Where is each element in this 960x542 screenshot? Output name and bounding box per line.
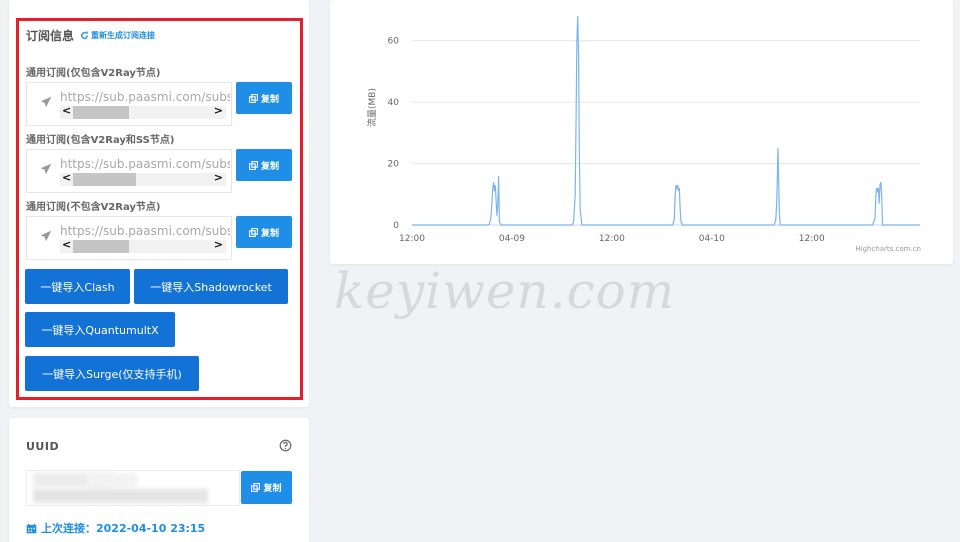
sub-group-label: 通用订阅(仅包含V2Ray节点) [26,68,161,79]
copy-button[interactable]: 复制 [236,82,292,114]
x-tick-label: 04-10 [699,234,725,244]
watermark: keyiwen.com [334,262,676,320]
uuid-redacted [33,489,208,503]
subscription-title: 订阅信息 [26,29,75,43]
send-icon [40,163,52,175]
copy-label: 复制 [260,161,279,172]
uuid-copy-button[interactable]: 复制 [241,471,292,504]
copy-icon [251,483,261,492]
send-icon [40,230,52,242]
copy-label: 复制 [263,484,282,494]
sub-url-field[interactable]: https://sub.paasmi.com/subs < > [26,82,232,126]
import-shadowrocket-button[interactable]: 一键导入Shadowrocket [134,269,288,304]
sub-group-label: 通用订阅(包含V2Ray和SS节点) [26,135,175,146]
scroll-right-icon[interactable]: > [214,171,223,184]
subscription-header: 订阅信息 重新生成订阅连接 [26,27,155,44]
uuid-title: UUID [26,440,60,453]
traffic-chart-card: 0 20 40 60 12:00 04-09 12:00 04-10 12:00 流量(MB) H… [330,0,953,264]
sub-group-label: 通用订阅(不包含V2Ray节点) [26,202,161,213]
series-line [412,16,920,226]
import-surge-button[interactable]: 一键导入Surge(仅支持手机) [25,356,199,391]
scroll-left-icon[interactable]: < [62,104,71,117]
calendar-icon [26,523,37,533]
copy-button[interactable]: 复制 [236,149,292,181]
copy-icon [248,227,258,237]
last-connection-text: 上次连接：2022-04-10 23:15 [41,522,206,535]
sub-url-text: https://sub.paasmi.com/subs [60,157,230,171]
x-tick-label: 12:00 [399,234,425,244]
scroll-right-icon[interactable]: > [214,104,223,117]
scroll-thumb[interactable] [73,173,136,186]
scroll-left-icon[interactable]: < [62,238,71,251]
sub-url-field[interactable]: https://sub.paasmi.com/subs < > [26,149,232,193]
scroll-right-icon[interactable]: > [214,238,223,251]
scroll-left-icon[interactable]: < [62,171,71,184]
uuid-field[interactable] [26,470,240,506]
copy-label: 复制 [260,228,279,239]
scroll-thumb[interactable] [73,106,129,119]
horizontal-scrollbar[interactable]: < > [60,171,226,186]
import-clash-button[interactable]: 一键导入Clash [25,269,130,304]
refresh-icon [81,31,89,39]
import-quantumultx-button[interactable]: 一键导入QuantumultX [25,312,175,347]
horizontal-scrollbar[interactable]: < > [60,104,226,119]
regenerate-link[interactable]: 重新生成订阅连接 [80,30,155,41]
x-tick-label: 04-09 [499,234,525,244]
sub-url-text: https://sub.paasmi.com/subs [60,224,230,238]
traffic-chart: 0 20 40 60 12:00 04-09 12:00 04-10 12:00 流量(MB) [366,16,920,244]
y-tick-label: 20 [388,160,400,170]
regenerate-label: 重新生成订阅连接 [91,31,156,40]
sub-url-field[interactable]: https://sub.paasmi.com/subs < > [26,216,232,260]
uuid-redacted [87,473,137,487]
sub-url-text: https://sub.paasmi.com/subs [60,90,230,104]
y-axis-label: 流量(MB) [366,88,378,127]
copy-icon [248,93,258,103]
copy-button[interactable]: 复制 [236,216,292,248]
y-tick-label: 40 [388,98,400,108]
scroll-thumb[interactable] [73,240,129,253]
x-tick-label: 12:00 [799,234,825,244]
x-tick-label: 12:00 [599,234,625,244]
y-tick-label: 60 [388,37,400,47]
chart-credit[interactable]: Highcharts.com.cn [855,245,921,253]
help-icon[interactable] [279,439,292,452]
copy-label: 复制 [260,94,279,105]
send-icon [40,96,52,108]
last-connection: 上次连接：2022-04-10 23:15 [26,520,205,536]
horizontal-scrollbar[interactable]: < > [60,238,226,253]
copy-icon [248,160,258,170]
y-tick-label: 0 [393,221,399,231]
